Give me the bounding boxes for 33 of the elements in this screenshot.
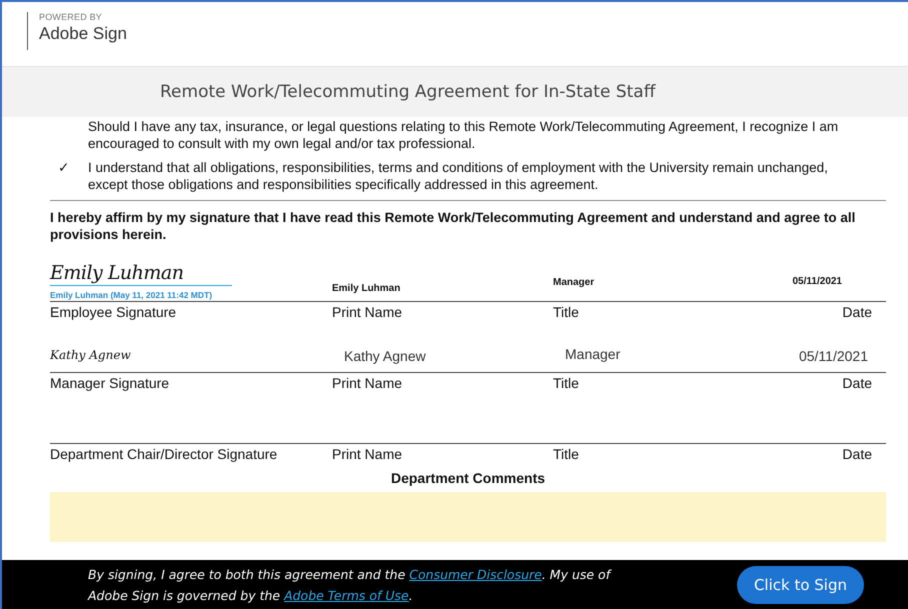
affirmation-text: I hereby affirm by my signature that I have read this Remote Work/Telecommuting Agreement and understand and agree to all provisions herein. [50,200,886,243]
date-label: Date [842,375,872,391]
signature-label: Department Chair/Director Signature [50,446,278,462]
check-mark: ✓ [57,159,71,177]
click-to-sign-button[interactable]: Click to Sign [736,566,864,604]
title-value: Manager [564,346,620,362]
date-label: Date [842,304,872,320]
brand-name: Adobe Sign [39,24,128,44]
date-value: 05/11/2021 [798,348,868,364]
date-label: Date [842,446,872,462]
clause-text: Should I have any tax, insurance, or legal questions relating to this Remote Work/Telecommuting Agreement, I recognize I am encouraged to consult with my own legal and/or tax professional. [88,118,840,152]
signature-label: Manager Signature [50,375,170,391]
clause-text: I understand that all obligations, responsibilities, terms and conditions of employment with the University remain unchanged, except those obligations and responsibilities specifically addressed in this agreement. [88,159,829,193]
title-label: Title [553,446,580,462]
handwritten-signature: Kathy Agnew [50,348,132,362]
print-name-label: Print Name [332,446,404,462]
date-value: 05/11/2021 [792,276,842,287]
title-value: Manager [553,277,594,288]
powered-by-label: POWERED BY [39,12,104,22]
consent-text: By signing, I agree to both this agreement and the Consumer Disclosure. My use of Adobe Sign is governed by the Adobe Terms of Use. [88,566,613,605]
section-heading: Department Comments [390,470,546,486]
handwritten-signature: Emily Luhman [50,262,232,286]
document-title: Remote Work/Telecommuting Agreement for In-State Staff [160,82,656,102]
signature-timestamp-label: Emily Luhman (May 11, 2021 11:42 MDT) [50,290,212,300]
print-name-label: Print Name [332,375,404,391]
signature-label: Employee Signature [50,304,178,320]
title-label: Title [553,304,580,320]
print-name-value: Emily Luhman [332,283,400,294]
title-label: Title [553,375,580,391]
consent-link[interactable]: Consumer Disclosure [409,566,542,582]
print-name-label: Print Name [332,304,404,320]
consent-link[interactable]: Adobe Terms of Use [284,588,409,602]
print-name-value: Kathy Agnew [343,348,426,364]
